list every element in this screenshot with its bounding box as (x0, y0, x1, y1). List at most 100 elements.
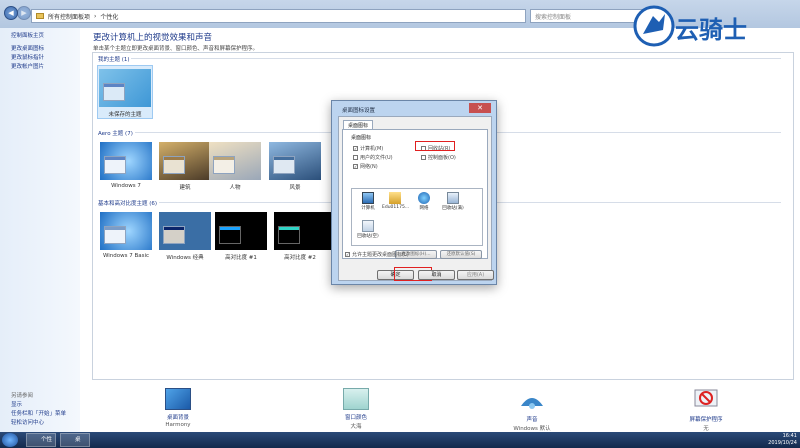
close-icon[interactable]: ✕ (469, 103, 491, 113)
theme-high-contrast-2[interactable]: 高对比度 #2 (273, 212, 327, 261)
icon-label: Edu01175... (382, 205, 410, 210)
icon-label: 网络 (419, 206, 429, 211)
forward-button[interactable]: ▶ (17, 6, 31, 20)
desktop-background-label: 桌面背景 (166, 415, 189, 421)
checkbox-computer[interactable]: ✓ 计算机(M) (353, 145, 383, 152)
icon-label: 回收站(空) (357, 234, 379, 239)
checkbox-user-files[interactable]: 用户的文件(U) (353, 154, 393, 161)
window-color-value: 大海 (350, 424, 362, 430)
window-color-setting[interactable]: 窗口颜色 大海 (321, 388, 391, 430)
desktop-background-setting[interactable]: 桌面背景 Harmony (143, 388, 213, 428)
theme-characters[interactable]: 人物 (208, 142, 262, 191)
desktop-background-icon (165, 388, 191, 410)
theme-thumbnail (215, 212, 267, 250)
checkbox-label: 控制面板(O) (428, 155, 456, 161)
tab-panel: 桌面图标 ✓ 计算机(M) 用户的文件(U) ✓ 网络(N) 回收站(R) 控制… (342, 129, 488, 259)
theme-label: 建筑 (179, 185, 191, 191)
unchecked-box-icon (353, 155, 358, 160)
fieldset-label: 桌面图标 (351, 135, 372, 141)
cancel-button[interactable]: 取消 (418, 270, 455, 280)
theme-label: Windows 7 (111, 183, 141, 189)
breadcrumb-current[interactable]: 个性化 (100, 12, 118, 21)
theme-windows-7-basic[interactable]: Windows 7 Basic (99, 212, 153, 259)
group-basic-themes: 基本和高对比度主题 (6) (98, 201, 158, 207)
recycle-bin-empty-icon (362, 220, 374, 232)
theme-thumbnail (274, 212, 326, 250)
theme-architecture[interactable]: 建筑 (158, 142, 212, 191)
theme-landscapes[interactable]: 风景 (268, 142, 322, 191)
user-folder-icon (389, 192, 401, 204)
clock-date: 2019/10/24 (768, 439, 797, 446)
checkbox-network[interactable]: ✓ 网络(N) (353, 163, 378, 170)
desktop-icon-settings-dialog: 桌面图标设置 ✕ 桌面图标 桌面图标 ✓ 计算机(M) 用户的文件(U) ✓ 网… (331, 100, 497, 285)
page-subtitle: 单击某个主题立即更改桌面背景、窗口颜色、声音和屏幕保护程序。 (93, 46, 259, 52)
chevron-right-icon: › (94, 12, 97, 20)
sidebar-link-mouse-pointer[interactable]: 更改鼠标指针 (11, 53, 44, 61)
search-input[interactable]: 搜索控制面板 (530, 9, 650, 23)
theme-windows-classic[interactable]: Windows 经典 (158, 212, 212, 261)
theme-label: 人物 (229, 185, 241, 191)
list-item[interactable]: 网络 (411, 192, 437, 211)
theme-thumbnail (100, 212, 152, 250)
checkbox-label: 用户的文件(U) (360, 155, 393, 161)
checkbox-label: 计算机(M) (360, 146, 384, 152)
theme-windows-7[interactable]: Windows 7 (99, 142, 153, 189)
theme-thumbnail (159, 212, 211, 250)
divider (131, 58, 781, 59)
sound-label: 声音 (526, 417, 538, 423)
sidebar-link-taskbar[interactable]: 任务栏和「开始」菜单 (11, 409, 66, 417)
sidebar-link-display[interactable]: 显示 (11, 400, 22, 408)
icon-label: 计算机 (361, 206, 375, 211)
theme-thumbnail (209, 142, 261, 180)
address-bar[interactable]: 所有控制面板项 › 个性化 (31, 9, 526, 23)
theme-label: 高对比度 #1 (225, 255, 257, 261)
watermark-logo: 云骑士 (633, 4, 798, 48)
sidebar-link-account-picture[interactable]: 更改帐户图片 (11, 62, 44, 70)
list-item[interactable]: 回收站(空) (355, 220, 381, 239)
taskbar-item-dialog[interactable]: 桌面... (60, 433, 90, 447)
apply-button[interactable]: 应用(A) (457, 270, 494, 280)
list-item[interactable]: 计算机 (355, 192, 381, 211)
start-button[interactable] (2, 433, 18, 447)
theme-label: 风景 (289, 185, 301, 191)
checkbox-label: 允许主题更改桌面图标(L) (352, 252, 409, 258)
screensaver-setting[interactable]: 屏幕保护程序 无 (671, 388, 741, 432)
highlight-box (415, 141, 455, 151)
folder-icon (36, 13, 44, 19)
theme-label: Windows 经典 (166, 255, 204, 261)
theme-thumbnail (100, 142, 152, 180)
restore-default-button[interactable]: 还原默认值(S) (440, 250, 482, 259)
breadcrumb-root[interactable]: 所有控制面板项 (48, 12, 90, 21)
sidebar-link-desktop-icons[interactable]: 更改桌面图标 (11, 44, 44, 52)
recycle-bin-full-icon (447, 192, 459, 204)
dialog-body: 桌面图标 桌面图标 ✓ 计算机(M) 用户的文件(U) ✓ 网络(N) 回收站(… (338, 116, 494, 281)
taskbar-item-personalize[interactable]: 个性化 (26, 433, 56, 447)
checkbox-allow-themes[interactable]: ✓ 允许主题更改桌面图标(L) (345, 251, 409, 258)
window-color-icon (343, 388, 369, 410)
computer-icon (362, 192, 374, 204)
knight-logo-icon (633, 5, 675, 47)
no-screensaver-icon (694, 389, 718, 407)
taskbar: 个性化 桌面... 16:41 2019/10/24 (0, 432, 800, 448)
list-item[interactable]: 回收站(满) (440, 192, 466, 211)
icon-label: 回收站(满) (442, 206, 464, 211)
network-icon (418, 192, 430, 204)
system-clock[interactable]: 16:41 2019/10/24 (768, 433, 797, 446)
sidebar-home-link[interactable]: 控制面板主页 (11, 31, 44, 39)
sidebar-link-ease-of-access[interactable]: 轻松访问中心 (11, 418, 44, 426)
theme-unsaved[interactable]: 未保存的主题 (97, 65, 153, 119)
group-aero-themes: Aero 主题 (7) (98, 131, 133, 137)
screensaver-label: 屏幕保护程序 (689, 417, 723, 423)
sound-icon (521, 398, 543, 409)
desktop-background-value: Harmony (165, 422, 191, 428)
see-also-heading: 另请参阅 (11, 393, 34, 399)
unchecked-box-icon (421, 155, 426, 160)
theme-high-contrast-1[interactable]: 高对比度 #1 (214, 212, 268, 261)
sound-setting[interactable]: 声音 Windows 默认 (497, 388, 567, 432)
back-button[interactable]: ◀ (4, 6, 18, 20)
check-icon: ✓ (353, 164, 358, 169)
checkbox-control-panel[interactable]: 控制面板(O) (421, 154, 456, 161)
theme-label: 未保存的主题 (108, 112, 142, 118)
group-my-themes: 我的主题 (1) (98, 57, 130, 63)
list-item[interactable]: Edu01175... (382, 192, 410, 210)
